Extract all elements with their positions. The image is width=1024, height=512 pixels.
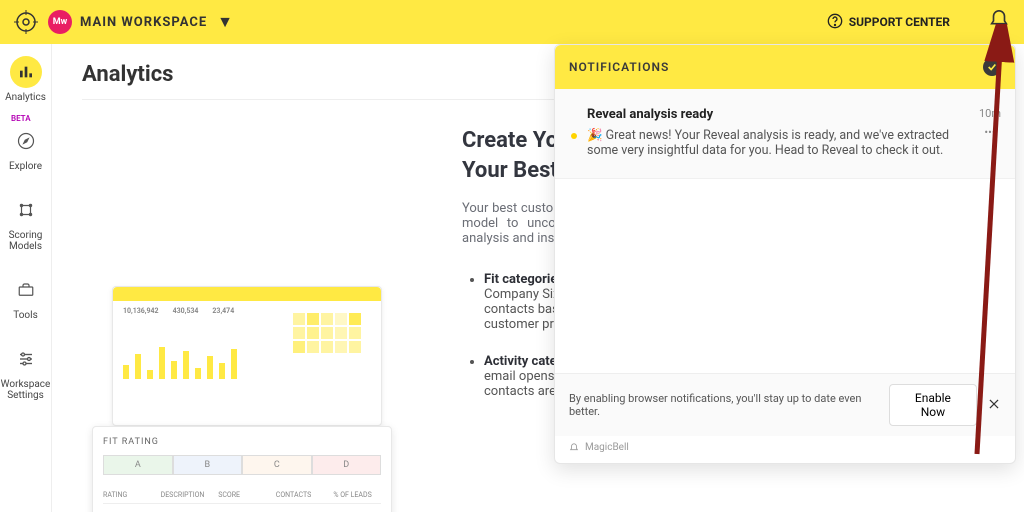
notifications-brand: MagicBell bbox=[555, 436, 1015, 463]
analytics-icon bbox=[10, 56, 42, 88]
sidebar-item-scoring[interactable]: Scoring Models bbox=[0, 194, 51, 252]
notification-item[interactable]: Reveal analysis ready 🎉 Great news! Your… bbox=[555, 89, 1015, 179]
beta-badge: BETA bbox=[11, 115, 31, 124]
sidebar-item-analytics[interactable]: Analytics bbox=[5, 56, 46, 103]
notifications-title: NOTIFICATIONS bbox=[569, 60, 669, 74]
enable-now-button[interactable]: Enable Now bbox=[889, 384, 977, 426]
mock-fit-table: FIT RATING A B C D RATINGDESCRIPTIONSCOR… bbox=[92, 426, 392, 512]
notifications-bell-icon[interactable] bbox=[988, 9, 1010, 35]
app-logo-icon bbox=[14, 10, 38, 34]
support-center-button[interactable]: SUPPORT CENTER bbox=[817, 7, 960, 38]
mark-all-read-icon[interactable] bbox=[983, 58, 1001, 76]
notifications-panel: NOTIFICATIONS Reveal analysis ready 🎉 Gr… bbox=[554, 44, 1016, 464]
notifications-header: NOTIFICATIONS bbox=[555, 45, 1015, 89]
sidebar-item-settings[interactable]: Workspace Settings bbox=[0, 343, 51, 401]
support-label: SUPPORT CENTER bbox=[849, 15, 950, 29]
sidebar-item-label: Explore bbox=[9, 161, 42, 172]
compass-icon bbox=[10, 125, 42, 157]
toolbox-icon bbox=[10, 274, 42, 306]
workspace-name[interactable]: MAIN WORKSPACE bbox=[80, 15, 207, 30]
sliders-icon bbox=[10, 343, 42, 375]
enable-text: By enabling browser notifications, you'l… bbox=[569, 392, 889, 418]
sidebar-item-tools[interactable]: Tools bbox=[10, 274, 42, 321]
notification-title: Reveal analysis ready bbox=[587, 107, 971, 122]
sidebar: Analytics BETA Explore Scoring Models To… bbox=[0, 44, 52, 512]
top-bar: Mw MAIN WORKSPACE ▼ SUPPORT CENTER bbox=[0, 0, 1024, 44]
enable-notifications-bar: By enabling browser notifications, you'l… bbox=[555, 373, 1015, 436]
sidebar-item-label: Scoring Models bbox=[0, 230, 51, 252]
sidebar-item-label: Analytics bbox=[5, 92, 46, 103]
close-icon[interactable] bbox=[987, 397, 1001, 414]
sidebar-item-label: Workspace Settings bbox=[0, 379, 51, 401]
workspace-avatar: Mw bbox=[48, 10, 72, 34]
chevron-down-icon[interactable]: ▼ bbox=[217, 12, 233, 32]
help-icon bbox=[827, 13, 843, 32]
notification-body: 🎉 Great news! Your Reveal analysis is re… bbox=[587, 128, 971, 158]
more-icon[interactable]: ••• bbox=[984, 126, 995, 139]
fit-rating-label: FIT RATING bbox=[103, 437, 381, 447]
illustration-column: 10,136,942 430,534 23,474 FIT RATING A B… bbox=[82, 126, 422, 421]
mock-dashboard: 10,136,942 430,534 23,474 bbox=[112, 286, 382, 426]
sidebar-item-label: Tools bbox=[13, 310, 37, 321]
target-icon bbox=[10, 194, 42, 226]
sidebar-item-explore[interactable]: BETA Explore bbox=[9, 125, 42, 172]
unread-dot-icon bbox=[571, 133, 577, 139]
notification-time: 10m bbox=[979, 107, 1001, 120]
